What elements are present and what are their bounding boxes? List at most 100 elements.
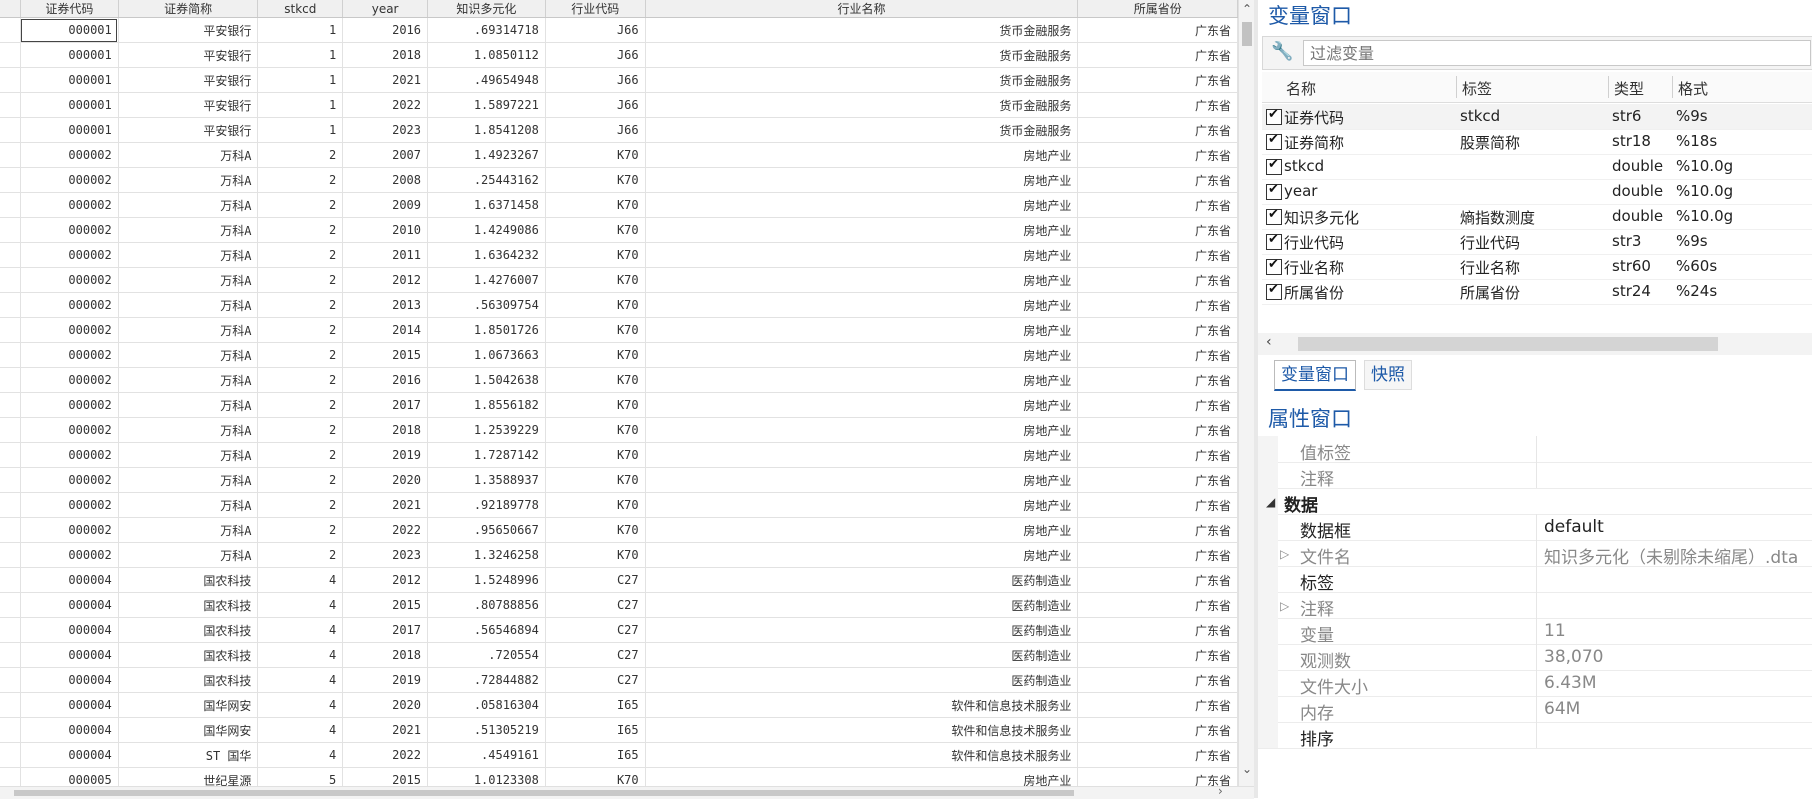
row-number-cell[interactable] bbox=[0, 667, 21, 693]
table-cell[interactable]: 000001 bbox=[20, 67, 119, 93]
table-cell[interactable]: 医药制造业 bbox=[645, 642, 1079, 668]
table-cell[interactable]: 2019 bbox=[342, 667, 429, 693]
table-row[interactable]: 000002 万科A 2 2019 1.7287142 K70 房地产业 广东省 bbox=[0, 442, 1238, 468]
variable-checkbox[interactable] bbox=[1266, 282, 1282, 300]
table-row[interactable]: 000002 万科A 2 2015 1.0673663 K70 房地产业 广东省 bbox=[0, 342, 1238, 368]
table-cell[interactable]: 2022 bbox=[342, 742, 429, 768]
variable-row[interactable]: 证券代码 stkcd str6 %9s bbox=[1262, 104, 1812, 130]
table-row[interactable]: 000004 ST 国华 4 2022.4549161 I65 软件和信息技术服务业 广东省 bbox=[0, 742, 1238, 768]
property-section[interactable]: ◢ 数据 bbox=[1258, 488, 1812, 516]
table-row[interactable]: 000001 平安银行 1 2021.49654948 J66 货币金融服务 广东省 bbox=[0, 67, 1238, 93]
table-cell[interactable]: 2020 bbox=[342, 692, 429, 718]
table-cell[interactable]: 000001 bbox=[20, 117, 119, 143]
row-number-cell[interactable] bbox=[0, 192, 21, 218]
variables-horizontal-scrollbar[interactable]: ‹ bbox=[1258, 333, 1812, 355]
variable-checkbox[interactable] bbox=[1266, 132, 1282, 150]
table-cell[interactable]: 医药制造业 bbox=[645, 667, 1079, 693]
header-name[interactable]: 名称 bbox=[1286, 78, 1316, 99]
table-cell[interactable]: .05816304 bbox=[427, 692, 546, 718]
table-cell[interactable]: 万科A bbox=[118, 417, 259, 443]
expand-arrow-icon[interactable]: ▷ bbox=[1280, 599, 1289, 613]
table-cell[interactable]: 2 bbox=[257, 242, 344, 268]
table-cell[interactable]: 2008 bbox=[342, 167, 429, 193]
table-cell[interactable]: 2 bbox=[257, 292, 344, 318]
table-cell[interactable]: 广东省 bbox=[1077, 67, 1238, 93]
table-row[interactable]: 000002 万科A 2 2014 1.8501726 K70 房地产业 广东省 bbox=[0, 317, 1238, 343]
table-cell[interactable]: K70 bbox=[545, 517, 646, 543]
table-cell[interactable]: 000002 bbox=[20, 517, 119, 543]
table-cell[interactable]: 万科A bbox=[118, 392, 259, 418]
row-number-cell[interactable] bbox=[0, 367, 21, 393]
column-header[interactable]: 知识多元化 bbox=[427, 0, 546, 18]
table-cell[interactable]: 000004 bbox=[20, 617, 119, 643]
table-cell[interactable]: 1 bbox=[257, 67, 344, 93]
table-cell[interactable]: 2 bbox=[257, 267, 344, 293]
table-cell[interactable]: 1 bbox=[257, 42, 344, 68]
table-cell[interactable]: 万科A bbox=[118, 542, 259, 568]
property-row[interactable]: ▷ 注释 bbox=[1258, 592, 1812, 620]
table-cell[interactable]: K70 bbox=[545, 467, 646, 493]
table-cell[interactable]: 000002 bbox=[20, 192, 119, 218]
table-cell[interactable]: C27 bbox=[545, 667, 646, 693]
table-cell[interactable]: 万科A bbox=[118, 317, 259, 343]
table-row[interactable]: 000002 万科A 2 2008.25443162 K70 房地产业 广东省 bbox=[0, 167, 1238, 193]
table-cell[interactable]: 2 bbox=[257, 167, 344, 193]
table-cell[interactable]: 2 bbox=[257, 492, 344, 518]
table-cell[interactable]: 2009 bbox=[342, 192, 429, 218]
table-cell[interactable]: C27 bbox=[545, 592, 646, 618]
table-cell[interactable]: 2012 bbox=[342, 267, 429, 293]
chevron-right-icon[interactable]: › bbox=[1218, 784, 1223, 798]
table-cell[interactable]: 000002 bbox=[20, 467, 119, 493]
table-cell[interactable]: 2016 bbox=[342, 17, 429, 43]
table-cell[interactable]: 广东省 bbox=[1077, 167, 1238, 193]
table-row[interactable]: 000002 万科A 2 2020 1.3588937 K70 房地产业 广东省 bbox=[0, 467, 1238, 493]
table-cell[interactable]: K70 bbox=[545, 317, 646, 343]
table-cell[interactable]: J66 bbox=[545, 17, 646, 43]
table-cell[interactable]: 万科A bbox=[118, 167, 259, 193]
property-row[interactable]: 值标签 bbox=[1258, 436, 1812, 464]
table-cell[interactable]: 2015 bbox=[342, 592, 429, 618]
table-cell[interactable]: J66 bbox=[545, 42, 646, 68]
variable-row[interactable]: 所属省份 所属省份 str24 %24s bbox=[1262, 279, 1812, 305]
table-cell[interactable]: 4 bbox=[257, 642, 344, 668]
tab-snapshots[interactable]: 快照 bbox=[1364, 360, 1412, 390]
table-cell[interactable]: 000004 bbox=[20, 717, 119, 743]
table-cell[interactable]: 000002 bbox=[20, 142, 119, 168]
table-cell[interactable]: 广东省 bbox=[1077, 317, 1238, 343]
property-row[interactable]: 文件大小 6.43M bbox=[1258, 670, 1812, 698]
scroll-thumb[interactable] bbox=[1242, 22, 1252, 46]
table-cell[interactable]: 4 bbox=[257, 617, 344, 643]
table-cell[interactable]: 广东省 bbox=[1077, 617, 1238, 643]
table-cell[interactable]: 000001 bbox=[20, 92, 119, 118]
row-number-cell[interactable] bbox=[0, 267, 21, 293]
table-cell[interactable]: 国农科技 bbox=[118, 642, 259, 668]
table-cell[interactable]: 000004 bbox=[20, 742, 119, 768]
table-row[interactable]: 000004 国华网安 4 2021.51305219 I65 软件和信息技术服务业 广东省 bbox=[0, 717, 1238, 743]
table-cell[interactable]: .25443162 bbox=[427, 167, 546, 193]
table-cell[interactable]: 万科A bbox=[118, 142, 259, 168]
table-cell[interactable]: C27 bbox=[545, 567, 646, 593]
table-cell[interactable]: J66 bbox=[545, 117, 646, 143]
table-cell[interactable]: ST 国华 bbox=[118, 742, 259, 768]
table-cell[interactable]: 1.0850112 bbox=[427, 42, 546, 68]
table-cell[interactable]: I65 bbox=[545, 717, 646, 743]
table-cell[interactable]: 1 bbox=[257, 92, 344, 118]
table-cell[interactable]: 4 bbox=[257, 567, 344, 593]
table-cell[interactable]: 2016 bbox=[342, 367, 429, 393]
table-cell[interactable]: 2023 bbox=[342, 542, 429, 568]
table-cell[interactable]: 1 bbox=[257, 117, 344, 143]
table-cell[interactable]: 广东省 bbox=[1077, 342, 1238, 368]
table-cell[interactable]: 2 bbox=[257, 542, 344, 568]
table-cell[interactable]: 广东省 bbox=[1077, 42, 1238, 68]
variable-row[interactable]: year double %10.0g bbox=[1262, 179, 1812, 205]
row-number-cell[interactable] bbox=[0, 692, 21, 718]
table-cell[interactable]: K70 bbox=[545, 492, 646, 518]
table-cell[interactable]: 1.8541208 bbox=[427, 117, 546, 143]
table-cell[interactable]: 房地产业 bbox=[645, 192, 1079, 218]
table-cell[interactable]: 万科A bbox=[118, 467, 259, 493]
scroll-thumb[interactable] bbox=[14, 790, 1074, 796]
table-cell[interactable]: 房地产业 bbox=[645, 292, 1079, 318]
table-cell[interactable]: 2023 bbox=[342, 117, 429, 143]
table-cell[interactable]: K70 bbox=[545, 392, 646, 418]
table-cell[interactable]: 2010 bbox=[342, 217, 429, 243]
